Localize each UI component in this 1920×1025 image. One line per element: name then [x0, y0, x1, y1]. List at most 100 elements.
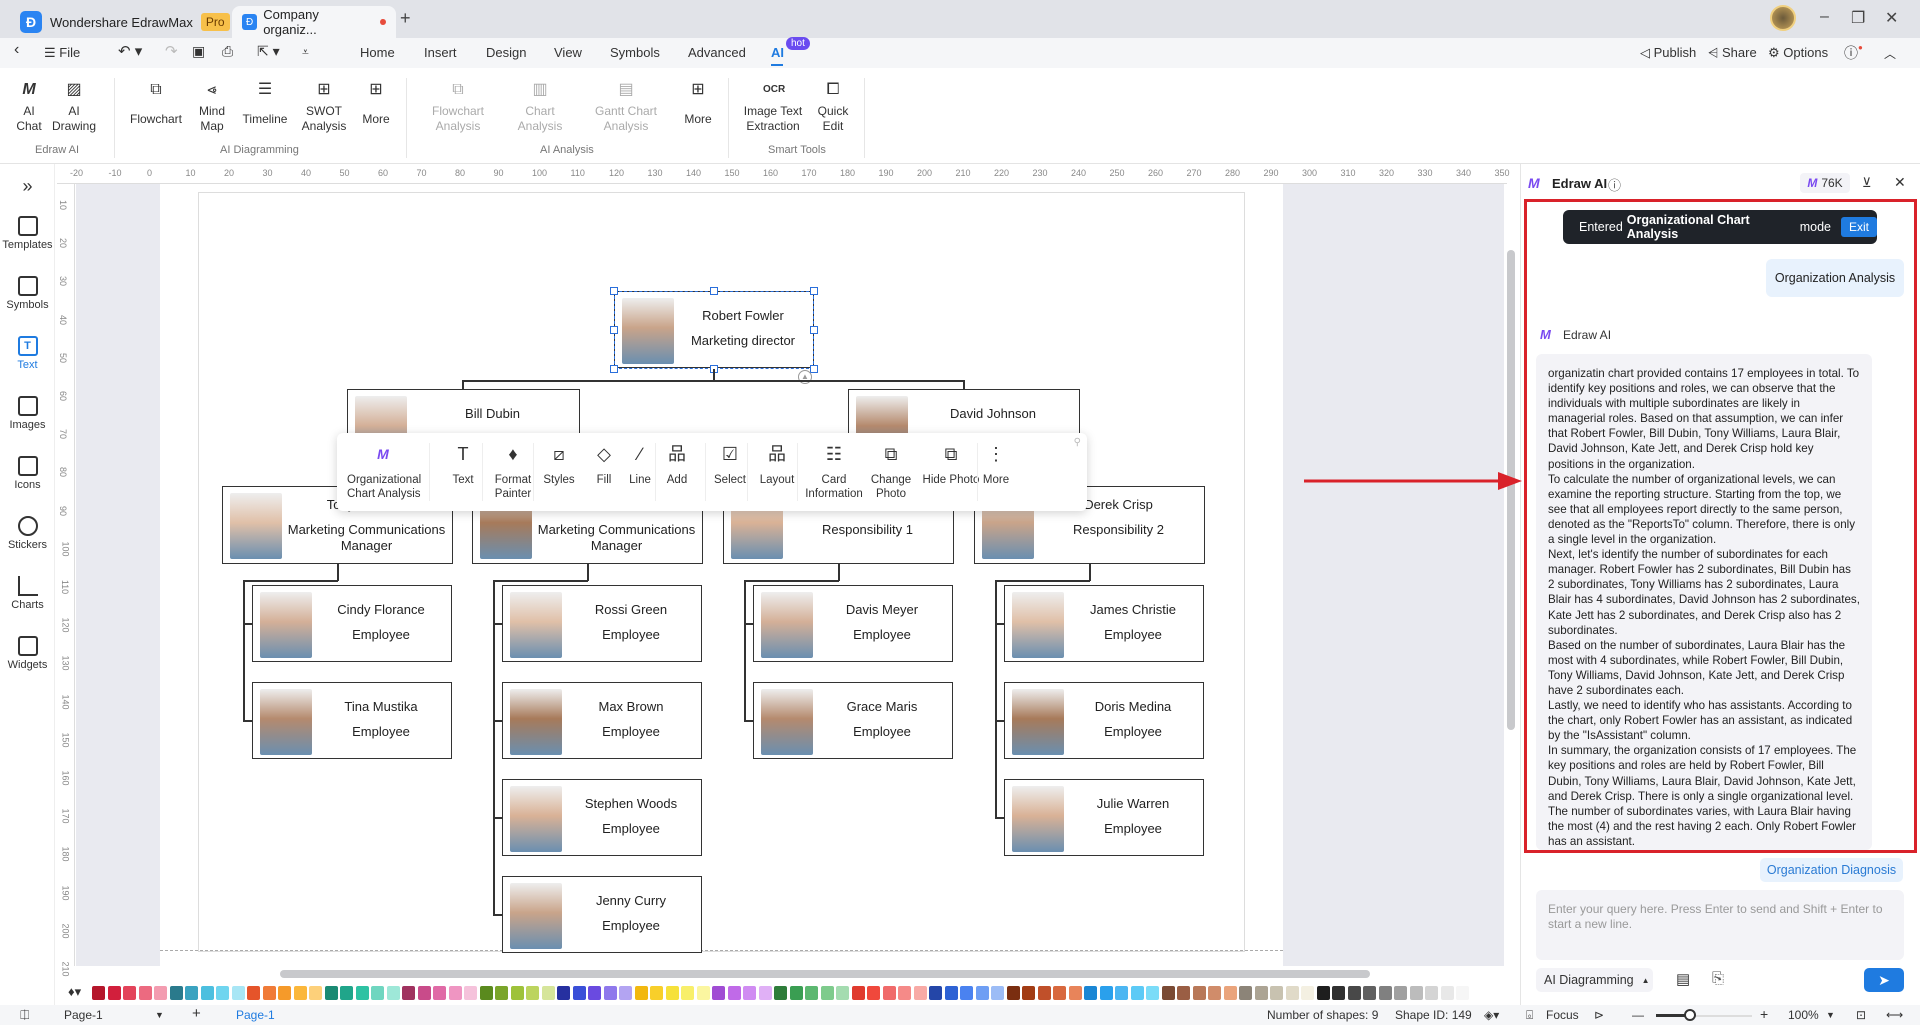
color-swatch[interactable]: [464, 986, 477, 1000]
page-select[interactable]: Page-1: [64, 1008, 103, 1022]
color-swatch[interactable]: [1037, 986, 1051, 1000]
upload-file-icon[interactable]: ⎘: [1712, 970, 1724, 987]
quick-access-dropdown-icon[interactable]: ⩡: [302, 45, 309, 60]
color-swatch[interactable]: [386, 986, 400, 1000]
play-icon[interactable]: ⊳: [1594, 1008, 1604, 1022]
color-swatch[interactable]: [1022, 986, 1035, 1000]
color-swatch[interactable]: [433, 986, 446, 1000]
page-panel-icon[interactable]: ⎅: [20, 1008, 30, 1023]
color-swatch[interactable]: [774, 986, 787, 1000]
menu-view[interactable]: View: [554, 45, 582, 60]
flowchart-button[interactable]: ⧉ Flowchart: [127, 80, 185, 126]
color-swatch[interactable]: [696, 986, 710, 1000]
fit-width-icon[interactable]: ⟷: [1886, 1008, 1903, 1022]
back-button[interactable]: ‹: [14, 41, 19, 59]
color-swatch[interactable]: [650, 986, 663, 1000]
color-swatch[interactable]: [991, 986, 1004, 1000]
restore-button[interactable]: ❐: [1851, 8, 1865, 28]
text-button[interactable]: T Text: [443, 443, 483, 487]
page-tab[interactable]: Page-1: [236, 1008, 275, 1022]
color-swatch[interactable]: [1332, 986, 1345, 1000]
menu-design[interactable]: Design: [486, 45, 526, 60]
menu-symbols[interactable]: Symbols: [610, 45, 660, 60]
horizontal-scrollbar[interactable]: [280, 970, 1370, 978]
color-swatch[interactable]: [944, 986, 958, 1000]
layers-icon[interactable]: ◈▾: [1484, 1008, 1499, 1022]
sidebar-item-icons[interactable]: Icons: [0, 456, 55, 491]
color-swatch[interactable]: [588, 986, 601, 1000]
color-swatch[interactable]: [1006, 986, 1020, 1000]
more-button[interactable]: ⋮ More: [978, 443, 1014, 487]
swot-analysis-button[interactable]: ⊞ SWOT Analysis: [300, 80, 348, 134]
collapse-branch-icon[interactable]: ▲: [798, 370, 812, 384]
zoom-level[interactable]: 100%: [1788, 1008, 1819, 1022]
color-swatch[interactable]: [1363, 986, 1376, 1000]
query-input[interactable]: Enter your query here. Press Enter to se…: [1536, 890, 1904, 960]
color-swatch[interactable]: [758, 986, 772, 1000]
focus-icon[interactable]: ⌻: [1526, 1008, 1533, 1023]
color-swatch[interactable]: [200, 986, 214, 1000]
sidebar-item-charts[interactable]: Charts: [0, 576, 55, 611]
person-photo[interactable]: [510, 689, 562, 755]
color-swatch[interactable]: [371, 986, 384, 1000]
exit-mode-button[interactable]: Exit: [1840, 217, 1877, 237]
page-dropdown-icon[interactable]: ▼: [155, 1010, 164, 1020]
export-icon[interactable]: ⇱ ▾: [257, 43, 280, 60]
line-button[interactable]: ∕ Line: [625, 443, 655, 487]
credits-badge[interactable]: M 76K: [1800, 173, 1850, 193]
resize-handle[interactable]: [810, 365, 818, 373]
color-swatch[interactable]: [1084, 986, 1097, 1000]
timeline-button[interactable]: ☰ Timeline: [240, 80, 290, 126]
color-swatch[interactable]: [1146, 986, 1159, 1000]
org-card[interactable]: Jenny Curry Employee: [502, 876, 702, 953]
color-swatch[interactable]: [975, 986, 989, 1000]
card-information-button[interactable]: ☷ Card Information: [805, 443, 863, 501]
color-swatch[interactable]: [355, 986, 369, 1000]
document-tab[interactable]: Đ Company organiz...: [232, 6, 396, 38]
color-swatch[interactable]: [836, 986, 849, 1000]
color-swatch[interactable]: [1285, 986, 1299, 1000]
color-swatch[interactable]: [1347, 986, 1361, 1000]
color-swatch[interactable]: [1177, 986, 1190, 1000]
color-swatch[interactable]: [107, 986, 121, 1000]
hide-photo-button[interactable]: ⧉ Hide Photo: [922, 443, 980, 487]
styles-button[interactable]: ⧄ Styles: [540, 443, 578, 487]
color-swatch[interactable]: [1053, 986, 1066, 1000]
collapse-ribbon-icon[interactable]: ︿: [1884, 45, 1896, 62]
color-swatch[interactable]: [1099, 986, 1113, 1000]
color-swatch[interactable]: [324, 986, 338, 1000]
color-swatch[interactable]: [1254, 986, 1268, 1000]
org-card[interactable]: Cindy Florance Employee: [252, 585, 452, 662]
color-swatch[interactable]: [1208, 986, 1221, 1000]
color-swatch[interactable]: [1456, 986, 1469, 1000]
menu-home[interactable]: Home: [360, 45, 395, 60]
pin-icon[interactable]: ⚲: [1074, 437, 1081, 448]
color-swatch[interactable]: [712, 986, 725, 1000]
person-photo[interactable]: [510, 592, 562, 658]
color-swatch[interactable]: [1239, 986, 1252, 1000]
user-avatar[interactable]: [1770, 5, 1796, 31]
color-swatch[interactable]: [231, 986, 245, 1000]
sidebar-item-images[interactable]: Images: [0, 396, 55, 431]
person-photo[interactable]: [761, 689, 813, 755]
expand-sidebar-button[interactable]: »: [0, 176, 55, 197]
person-photo[interactable]: [260, 689, 312, 755]
color-swatch[interactable]: [526, 986, 539, 1000]
flowchart-analysis-button[interactable]: ⧉ Flowchart Analysis: [428, 80, 488, 134]
chart-analysis-button[interactable]: ▥ Chart Analysis: [510, 80, 570, 134]
color-swatch[interactable]: [340, 986, 353, 1000]
person-photo[interactable]: [1012, 689, 1064, 755]
cart-icon[interactable]: ⊻: [1862, 175, 1872, 191]
zoom-dropdown-icon[interactable]: ▼: [1826, 1010, 1835, 1020]
color-swatch[interactable]: [1425, 986, 1438, 1000]
save-icon[interactable]: ▣: [192, 43, 205, 60]
color-swatch[interactable]: [603, 986, 617, 1000]
close-panel-button[interactable]: ✕: [1894, 174, 1906, 191]
person-photo[interactable]: [260, 592, 312, 658]
fit-page-icon[interactable]: ⊡: [1856, 1008, 1866, 1022]
color-swatch[interactable]: [1223, 986, 1237, 1000]
color-swatch[interactable]: [169, 986, 183, 1000]
color-swatch[interactable]: [557, 986, 570, 1000]
format-painter-button[interactable]: ♦ Format Painter: [489, 443, 537, 501]
sidebar-item-symbols[interactable]: Symbols: [0, 276, 55, 311]
